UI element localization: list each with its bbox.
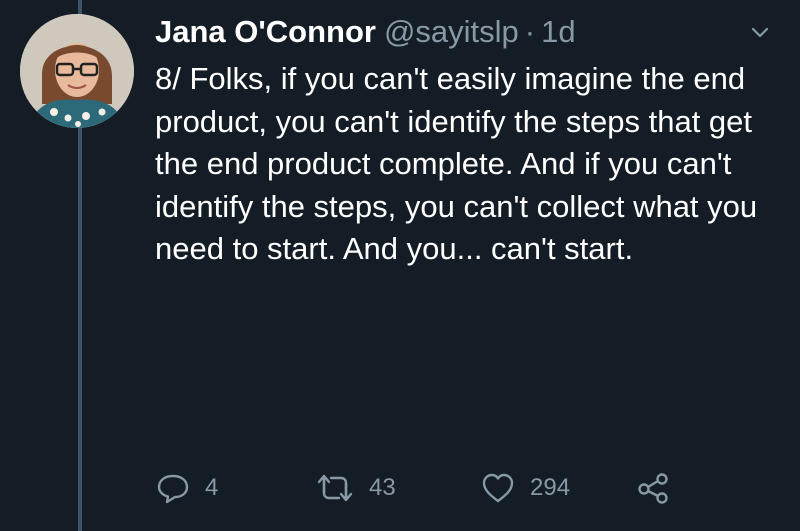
tweet-actions: 4 43 294 (155, 468, 695, 508)
tweet-text: 8/ Folks, if you can't easily imagine th… (155, 61, 758, 266)
reply-button[interactable]: 4 (155, 468, 218, 508)
separator-dot: · (524, 14, 536, 49)
share-icon (638, 473, 668, 504)
user-handle[interactable]: @sayitslp (384, 10, 519, 54)
chevron-down-icon[interactable] (750, 26, 770, 40)
tweet[interactable]: Jana O'Connor @sayitslp · 1d 8/ Folks, i… (155, 10, 765, 271)
reply-icon (157, 474, 189, 504)
share-button[interactable] (635, 468, 671, 508)
retweet-button[interactable]: 43 (315, 468, 396, 508)
timestamp[interactable]: 1d (541, 10, 575, 54)
retweet-count: 43 (369, 474, 396, 501)
heart-icon (482, 473, 514, 503)
tweet-header: Jana O'Connor @sayitslp · 1d (155, 10, 765, 54)
avatar[interactable] (20, 14, 134, 128)
display-name[interactable]: Jana O'Connor (155, 10, 376, 54)
like-button[interactable]: 294 (480, 468, 570, 508)
like-count: 294 (530, 474, 571, 501)
reply-count: 4 (205, 474, 219, 501)
retweet-icon (317, 474, 353, 502)
